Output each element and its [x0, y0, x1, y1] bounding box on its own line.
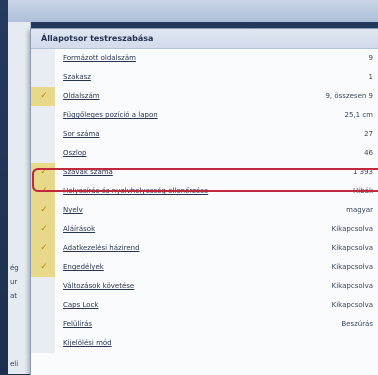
ribbon-toolbar — [8, 0, 378, 22]
menu-item-label: Aláírások — [63, 225, 96, 233]
menu-item-label: Szakasz — [63, 73, 91, 81]
menu-item-value: magyar — [346, 206, 373, 214]
menu-item-value: 9 — [368, 54, 373, 62]
check-column — [31, 49, 55, 68]
check-column: ✓ — [31, 201, 55, 220]
menu-item-label: Felülírás — [63, 320, 93, 328]
menu-item[interactable]: Formázott oldalszám 9 — [31, 49, 378, 68]
checkmark-icon: ✓ — [40, 243, 48, 253]
document-text-fragment: eli — [10, 360, 19, 368]
menu-item-label: Caps Lock — [63, 301, 99, 309]
menu-item-value: 27 — [364, 130, 373, 138]
menu-header: Állapotsor testreszabása — [31, 29, 378, 49]
menu-items: Formázott oldalszám 9 Szakasz 1 ✓ Oldalszám 9,… — [31, 49, 378, 353]
highlight-box — [32, 168, 378, 192]
menu-item[interactable]: Szakasz 1 — [31, 68, 378, 87]
check-column — [31, 315, 55, 334]
check-column — [31, 334, 55, 353]
menu-item-label: Oszlop — [63, 149, 87, 157]
menu-item[interactable]: Felülírás Beszúrás — [31, 315, 378, 334]
checkmark-icon: ✓ — [40, 91, 48, 101]
check-column: ✓ — [31, 239, 55, 258]
menu-item-value: Kikapcsolva — [331, 282, 373, 290]
menu-item[interactable]: ✓ Engedélyek Kikapcsolva — [31, 258, 378, 277]
menu-item[interactable]: Caps Lock Kikapcsolva — [31, 296, 378, 315]
menu-item[interactable]: Oszlop 46 — [31, 144, 378, 163]
menu-item-value: Kikapcsolva — [331, 301, 373, 309]
check-column — [31, 125, 55, 144]
menu-item[interactable]: Sor száma 27 — [31, 125, 378, 144]
menu-item-label: Engedélyek — [63, 263, 104, 271]
menu-item-value: Kikapcsolva — [331, 244, 373, 252]
menu-item-value: Kikapcsolva — [331, 225, 373, 233]
check-column — [31, 144, 55, 163]
check-column: ✓ — [31, 258, 55, 277]
checkmark-icon: ✓ — [40, 262, 48, 272]
document-text-fragment: at — [10, 292, 18, 300]
check-column — [31, 68, 55, 87]
menu-item[interactable]: Kijelölési mód — [31, 334, 378, 353]
document-edge: ég ur at eli — [8, 22, 31, 374]
menu-item-value: 9, összesen 9 — [325, 92, 373, 100]
menu-item[interactable]: ✓ Oldalszám 9, összesen 9 — [31, 87, 378, 106]
check-column — [31, 296, 55, 315]
document-text-fragment: ég — [10, 264, 19, 272]
status-bar-context-menu: Állapotsor testreszabása Formázott oldal… — [30, 28, 378, 375]
check-column — [31, 106, 55, 125]
menu-item-value: 46 — [364, 149, 373, 157]
menu-item-label: Formázott oldalszám — [63, 54, 136, 62]
menu-item[interactable]: Változások követése Kikapcsolva — [31, 277, 378, 296]
menu-item-label: Adatkezelési házirend — [63, 244, 140, 252]
check-column — [31, 277, 55, 296]
menu-item[interactable]: Függőleges pozíció a lapon 25,1 cm — [31, 106, 378, 125]
menu-item-label: Függőleges pozíció a lapon — [63, 111, 158, 119]
check-column: ✓ — [31, 87, 55, 106]
menu-item-value: Kikapcsolva — [331, 263, 373, 271]
menu-item-value: 1 — [368, 73, 373, 81]
menu-item[interactable]: ✓ Aláírások Kikapcsolva — [31, 220, 378, 239]
checkmark-icon: ✓ — [40, 205, 48, 215]
document-text-fragment: ur — [10, 278, 18, 286]
menu-item[interactable]: ✓ Adatkezelési házirend Kikapcsolva — [31, 239, 378, 258]
check-column: ✓ — [31, 220, 55, 239]
menu-item-label: Nyelv — [63, 206, 83, 214]
menu-item-label: Kijelölési mód — [63, 339, 112, 347]
menu-item[interactable]: ✓ Nyelv magyar — [31, 201, 378, 220]
menu-item-label: Sor száma — [63, 130, 100, 138]
menu-item-label: Változások követése — [63, 282, 135, 290]
menu-item-value: Beszúrás — [341, 320, 373, 328]
menu-item-value: 25,1 cm — [344, 111, 373, 119]
menu-item-label: Oldalszám — [63, 92, 100, 100]
checkmark-icon: ✓ — [40, 224, 48, 234]
